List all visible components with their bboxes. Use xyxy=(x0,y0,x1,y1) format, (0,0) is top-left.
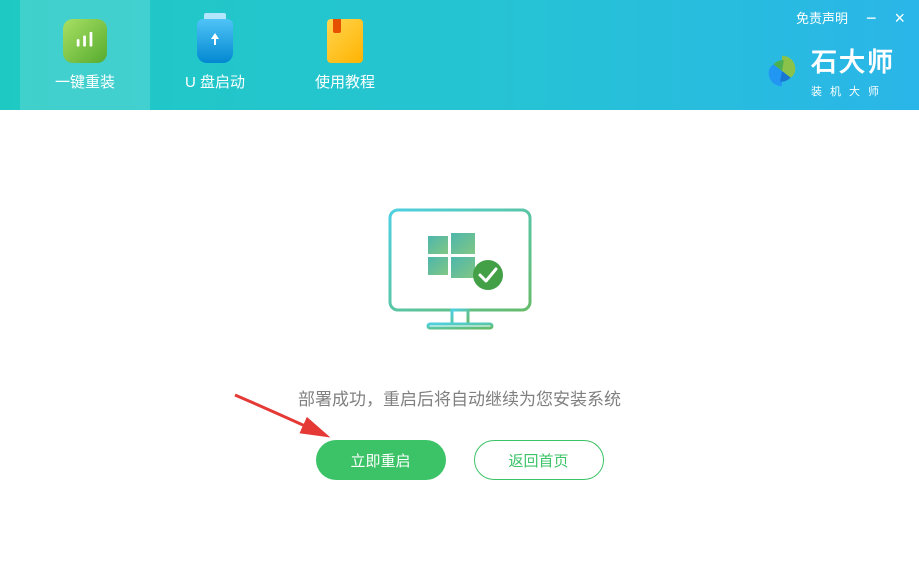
brand-title: 石大师 xyxy=(811,42,895,79)
brand-logo-icon xyxy=(763,52,801,90)
tabs: 一键重装 U 盘启动 使用教程 xyxy=(0,0,410,110)
action-buttons: 立即重启 返回首页 xyxy=(316,440,604,480)
window-controls: 免责声明 − × xyxy=(796,8,905,27)
tab-usb[interactable]: U 盘启动 xyxy=(150,0,280,110)
tab-tutorial-label: 使用教程 xyxy=(315,71,375,92)
success-illustration xyxy=(380,205,540,345)
disclaimer-link[interactable]: 免责声明 xyxy=(796,8,848,27)
status-message: 部署成功，重启后将自动继续为您安装系统 xyxy=(298,385,621,410)
tab-reinstall-label: 一键重装 xyxy=(55,71,115,92)
usb-icon xyxy=(193,19,237,63)
minimize-icon[interactable]: − xyxy=(866,9,877,27)
brand: 石大师 装机大师 xyxy=(763,42,895,99)
content-area: 部署成功，重启后将自动继续为您安装系统 立即重启 返回首页 xyxy=(0,110,919,576)
tab-reinstall[interactable]: 一键重装 xyxy=(20,0,150,110)
tab-usb-label: U 盘启动 xyxy=(185,71,245,92)
tab-tutorial[interactable]: 使用教程 xyxy=(280,0,410,110)
brand-subtitle: 装机大师 xyxy=(811,83,895,99)
close-icon[interactable]: × xyxy=(894,9,905,27)
header: 一键重装 U 盘启动 使用教程 免责声明 − × xyxy=(0,0,919,110)
home-button[interactable]: 返回首页 xyxy=(474,440,604,480)
restart-button[interactable]: 立即重启 xyxy=(316,440,446,480)
tutorial-icon xyxy=(323,19,367,63)
reinstall-icon xyxy=(63,19,107,63)
